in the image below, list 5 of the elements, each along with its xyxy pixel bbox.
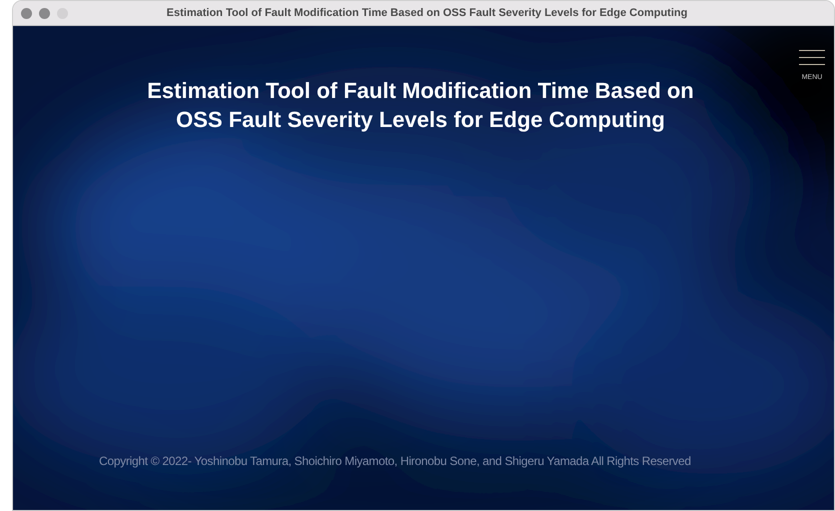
minimize-window-icon[interactable] — [39, 8, 50, 18]
close-window-icon[interactable] — [21, 8, 32, 18]
page-heading: Estimation Tool of Fault Modification Time Based on OSS Fault Severity Levels for Edge Computing — [146, 77, 695, 134]
window-title: Estimation Tool of Fault Modification Time Based on OSS Fault Severity Levels for Edge Computing — [166, 6, 688, 21]
copyright-text: Copyright © 2022- Yoshinobu Tamura, Shoichiro Miyamoto, Hironobu Sone, and Shigeru Yamada All Rights Reserved — [98, 453, 692, 470]
